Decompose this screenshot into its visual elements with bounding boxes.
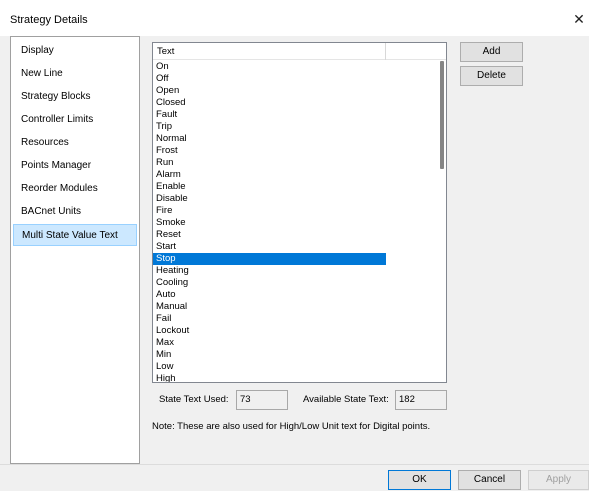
state-text-used-field: 73 xyxy=(236,390,288,410)
list-item[interactable]: Max xyxy=(153,337,386,349)
footer-divider xyxy=(0,464,589,465)
sidebar-item-display[interactable]: Display xyxy=(13,40,137,62)
list-item[interactable]: Off xyxy=(153,73,386,85)
state-text-list[interactable]: Text On Off Open Closed Fault Trip Normal Frost… xyxy=(152,42,447,383)
window-title: Strategy Details xyxy=(10,14,88,26)
list-item[interactable]: Frost xyxy=(153,145,386,157)
list-item[interactable]: Trip xyxy=(153,121,386,133)
list-item[interactable]: Manual xyxy=(153,301,386,313)
list-item[interactable]: Fault xyxy=(153,109,386,121)
list-rows: On Off Open Closed Fault Trip Normal Frost Run Al… xyxy=(153,61,439,382)
column-header-blank[interactable] xyxy=(386,43,446,60)
list-item[interactable]: Lockout xyxy=(153,325,386,337)
available-state-text-label: Available State Text: xyxy=(303,394,389,405)
sidebar-item-resources[interactable]: Resources xyxy=(13,132,137,154)
title-bar: Strategy Details ✕ xyxy=(0,0,589,36)
available-state-text-field: 182 xyxy=(395,390,447,410)
list-item[interactable]: Open xyxy=(153,85,386,97)
state-text-used-label: State Text Used: xyxy=(159,394,229,405)
list-item[interactable]: Run xyxy=(153,157,386,169)
list-item[interactable]: Heating xyxy=(153,265,386,277)
list-scrollbar[interactable] xyxy=(439,61,446,382)
list-item[interactable]: High xyxy=(153,373,386,382)
list-item[interactable]: Fail xyxy=(153,313,386,325)
cancel-button[interactable]: Cancel xyxy=(458,470,521,490)
note-text: Note: These are also used for High/Low U… xyxy=(152,421,431,432)
sidebar-item-new-line[interactable]: New Line xyxy=(13,63,137,85)
list-item[interactable]: On xyxy=(153,61,386,73)
delete-button[interactable]: Delete xyxy=(460,66,523,86)
sidebar: Display New Line Strategy Blocks Control… xyxy=(10,36,140,464)
sidebar-item-multi-state-value-text[interactable]: Multi State Value Text xyxy=(13,224,137,246)
list-item[interactable]: Reset xyxy=(153,229,386,241)
apply-button: Apply xyxy=(528,470,589,490)
list-item[interactable]: Smoke xyxy=(153,217,386,229)
list-item[interactable]: Fire xyxy=(153,205,386,217)
scroll-thumb[interactable] xyxy=(440,61,444,169)
list-item[interactable]: Cooling xyxy=(153,277,386,289)
list-item[interactable]: Normal xyxy=(153,133,386,145)
list-item[interactable]: Start xyxy=(153,241,386,253)
list-item[interactable]: Enable xyxy=(153,181,386,193)
list-item[interactable]: Disable xyxy=(153,193,386,205)
sidebar-item-reorder-modules[interactable]: Reorder Modules xyxy=(13,178,137,200)
list-item[interactable]: Alarm xyxy=(153,169,386,181)
add-button[interactable]: Add xyxy=(460,42,523,62)
sidebar-item-bacnet-units[interactable]: BACnet Units xyxy=(13,201,137,223)
list-item[interactable]: Min xyxy=(153,349,386,361)
column-header-text[interactable]: Text xyxy=(153,43,386,60)
list-item[interactable]: Closed xyxy=(153,97,386,109)
list-item[interactable]: Low xyxy=(153,361,386,373)
sidebar-item-points-manager[interactable]: Points Manager xyxy=(13,155,137,177)
ok-button[interactable]: OK xyxy=(388,470,451,490)
list-item[interactable]: Auto xyxy=(153,289,386,301)
sidebar-item-strategy-blocks[interactable]: Strategy Blocks xyxy=(13,86,137,108)
sidebar-item-controller-limits[interactable]: Controller Limits xyxy=(13,109,137,131)
list-item[interactable]: Stop xyxy=(153,253,386,265)
close-icon[interactable]: ✕ xyxy=(571,11,587,27)
list-header: Text xyxy=(153,43,446,60)
